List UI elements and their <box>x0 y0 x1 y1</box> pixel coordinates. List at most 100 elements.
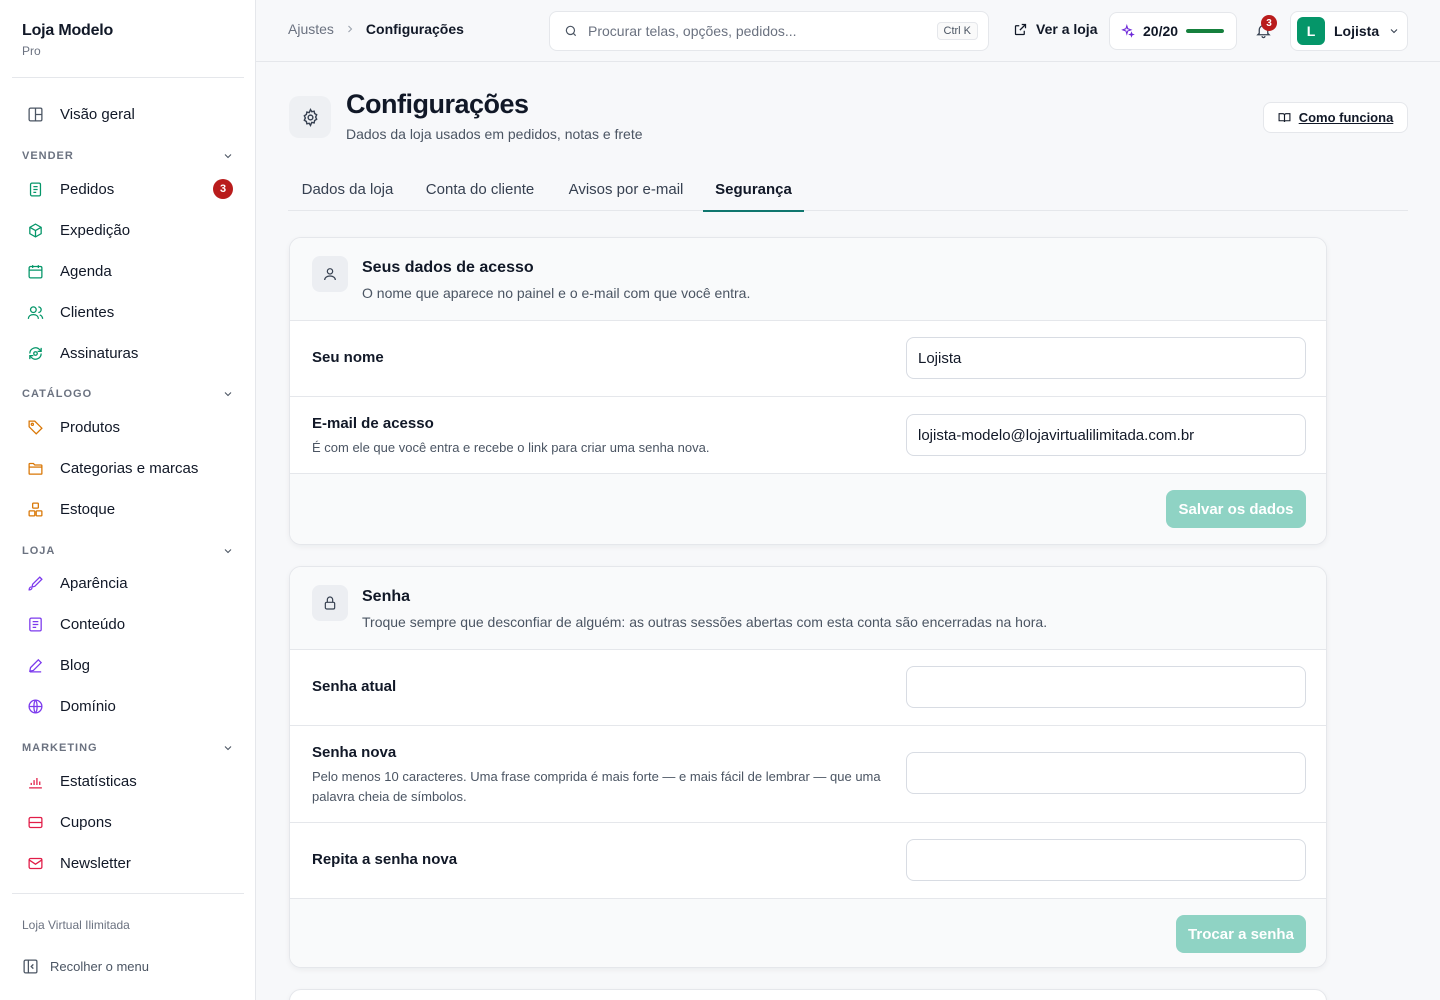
quota-indicator[interactable]: 20/20 <box>1109 12 1237 50</box>
section-toggle-catalogo[interactable]: CATÁLOGO <box>22 385 234 403</box>
section-label: MARKETING <box>22 742 98 754</box>
search-input[interactable] <box>588 23 937 39</box>
sidebar-item-agenda[interactable]: Agenda <box>12 253 244 289</box>
calendar-icon <box>24 260 46 282</box>
tab-seguranca[interactable]: Segurança <box>703 168 804 212</box>
email-hint: É com ele que você entra e recebe o link… <box>312 440 710 455</box>
sidebar-item-dominio[interactable]: Domínio <box>12 688 244 724</box>
brand[interactable]: Loja Modelo Pro <box>22 22 113 58</box>
tab-dados-da-loja[interactable]: Dados da loja <box>288 168 407 211</box>
chevron-down-icon <box>224 549 232 554</box>
user-name: Lojista <box>1334 23 1380 39</box>
section-toggle-marketing[interactable]: MARKETING <box>22 739 234 757</box>
sidebar-item-label: Newsletter <box>60 854 131 872</box>
card-header: Seus dados de acesso O nome que aparece … <box>290 238 1326 321</box>
sidebar-item-expedicao[interactable]: Expedição <box>12 212 244 248</box>
external-link-icon <box>1014 23 1027 35</box>
name-field[interactable] <box>906 337 1306 379</box>
sidebar-item-conteudo[interactable]: Conteúdo <box>12 606 244 642</box>
sidebar-item-blog[interactable]: Blog <box>12 647 244 683</box>
sidebar-item-estatisticas[interactable]: Estatísticas <box>12 763 244 799</box>
sidebar-item-label: Aparência <box>60 574 128 592</box>
sidebar-item-aparencia[interactable]: Aparência <box>12 565 244 601</box>
how-it-works-button[interactable]: Como funciona <box>1263 102 1408 133</box>
new-password-hint: Pelo menos 10 caracteres. Uma frase comp… <box>312 769 881 804</box>
sidebar-item-assinaturas[interactable]: Assinaturas <box>12 335 244 371</box>
sidebar-divider <box>12 893 244 894</box>
sidebar-item-newsletter[interactable]: Newsletter <box>12 845 244 881</box>
search-shortcut: Ctrl K <box>936 22 978 40</box>
view-store-label: Ver a loja <box>1036 21 1098 37</box>
chevron-down-icon <box>224 746 232 751</box>
collapse-menu-button[interactable]: Recolher o menu <box>22 958 149 975</box>
page-subtitle: Dados da loja usados em pedidos, notas e… <box>346 126 643 142</box>
access-data-card: Seus dados de acesso O nome que aparece … <box>289 237 1327 545</box>
section-label: VENDER <box>22 150 74 162</box>
new-password-row: Senha nova Pelo menos 10 caracteres. Uma… <box>290 726 1326 823</box>
mail-icon <box>24 852 46 874</box>
notifications-count-badge: 3 <box>1261 15 1277 31</box>
sidebar-item-clientes[interactable]: Clientes <box>12 294 244 330</box>
section-label: LOJA <box>22 545 56 557</box>
repeat-password-field[interactable] <box>906 839 1306 881</box>
brand-plan: Pro <box>22 44 41 58</box>
new-password-field[interactable] <box>906 752 1306 794</box>
boxes-icon <box>24 498 46 520</box>
tab-conta-do-cliente[interactable]: Conta do cliente <box>411 168 549 211</box>
collapse-menu-label: Recolher o menu <box>50 959 149 974</box>
card-icon <box>312 256 348 292</box>
sidebar-item-label: Clientes <box>60 303 115 321</box>
next-card <box>289 989 1327 1000</box>
section-toggle-loja[interactable]: LOJA <box>22 542 234 560</box>
brush-icon <box>24 572 46 594</box>
sidebar-item-label: Agenda <box>60 262 112 280</box>
quota-bar-fill <box>1186 29 1225 33</box>
search-box[interactable]: Ctrl K <box>549 11 989 51</box>
chevron-right-icon <box>348 25 353 33</box>
how-it-works-label: Como funciona <box>1298 110 1394 125</box>
name-label: Seu nome <box>312 349 384 366</box>
card-icon <box>312 585 348 621</box>
breadcrumb-current: Configurações <box>365 21 464 37</box>
repeat-password-row: Repita a senha nova <box>290 823 1326 899</box>
sidebar-item-label: Cupons <box>60 813 112 831</box>
tag-icon <box>24 416 46 438</box>
sidebar-item-label: Estoque <box>60 500 116 518</box>
sidebar-item-produtos[interactable]: Produtos <box>12 409 244 445</box>
name-row: Seu nome <box>290 321 1326 397</box>
sidebar-item-label: Conteúdo <box>60 615 126 633</box>
card-header: Senha Troque sempre que desconfiar de al… <box>290 567 1326 650</box>
current-password-field[interactable] <box>906 666 1306 708</box>
bar-chart-icon <box>24 770 46 792</box>
avatar: L <box>1297 17 1325 45</box>
section-toggle-vender[interactable]: VENDER <box>22 147 234 165</box>
sidebar-divider <box>12 77 244 78</box>
sidebar-item-estoque[interactable]: Estoque <box>12 491 244 527</box>
sidebar-collapse-icon <box>23 959 38 974</box>
sidebar-item-label: Expedição <box>60 221 131 239</box>
sidebar-item-cupons[interactable]: Cupons <box>12 804 244 840</box>
chevron-down-icon <box>1390 29 1398 34</box>
breadcrumb-parent[interactable]: Ajustes <box>288 21 334 37</box>
sidebar-item-categorias[interactable]: Categorias e marcas <box>12 450 244 486</box>
sidebar-item-label: Blog <box>60 656 91 674</box>
user-menu-button[interactable]: L Lojista <box>1290 11 1408 51</box>
email-field[interactable] <box>906 414 1306 456</box>
page-icon <box>289 96 331 138</box>
sidebar-item-visao-geral[interactable]: Visão geral <box>12 96 244 132</box>
email-row: E-mail de acesso É com ele que você entr… <box>290 397 1326 474</box>
lock-icon <box>324 596 336 610</box>
save-data-button[interactable]: Salvar os dados <box>1166 490 1306 528</box>
tab-avisos-por-email[interactable]: Avisos por e-mail <box>554 168 698 211</box>
sidebar-item-label: Domínio <box>60 697 116 715</box>
settings-tabs: Dados da loja Conta do cliente Avisos po… <box>288 168 1408 212</box>
layout-icon <box>24 103 46 125</box>
sidebar-item-label: Assinaturas <box>60 344 139 362</box>
topbar: Ajustes Configurações Ctrl K Ver a loja … <box>256 0 1440 62</box>
sidebar-item-label: Visão geral <box>60 105 135 123</box>
page-title: Configurações <box>346 89 529 119</box>
pencil-icon <box>24 654 46 676</box>
change-password-button[interactable]: Trocar a senha <box>1176 915 1306 953</box>
view-store-link[interactable]: Ver a loja <box>1013 21 1097 37</box>
sidebar-item-pedidos[interactable]: Pedidos 3 <box>12 171 244 207</box>
